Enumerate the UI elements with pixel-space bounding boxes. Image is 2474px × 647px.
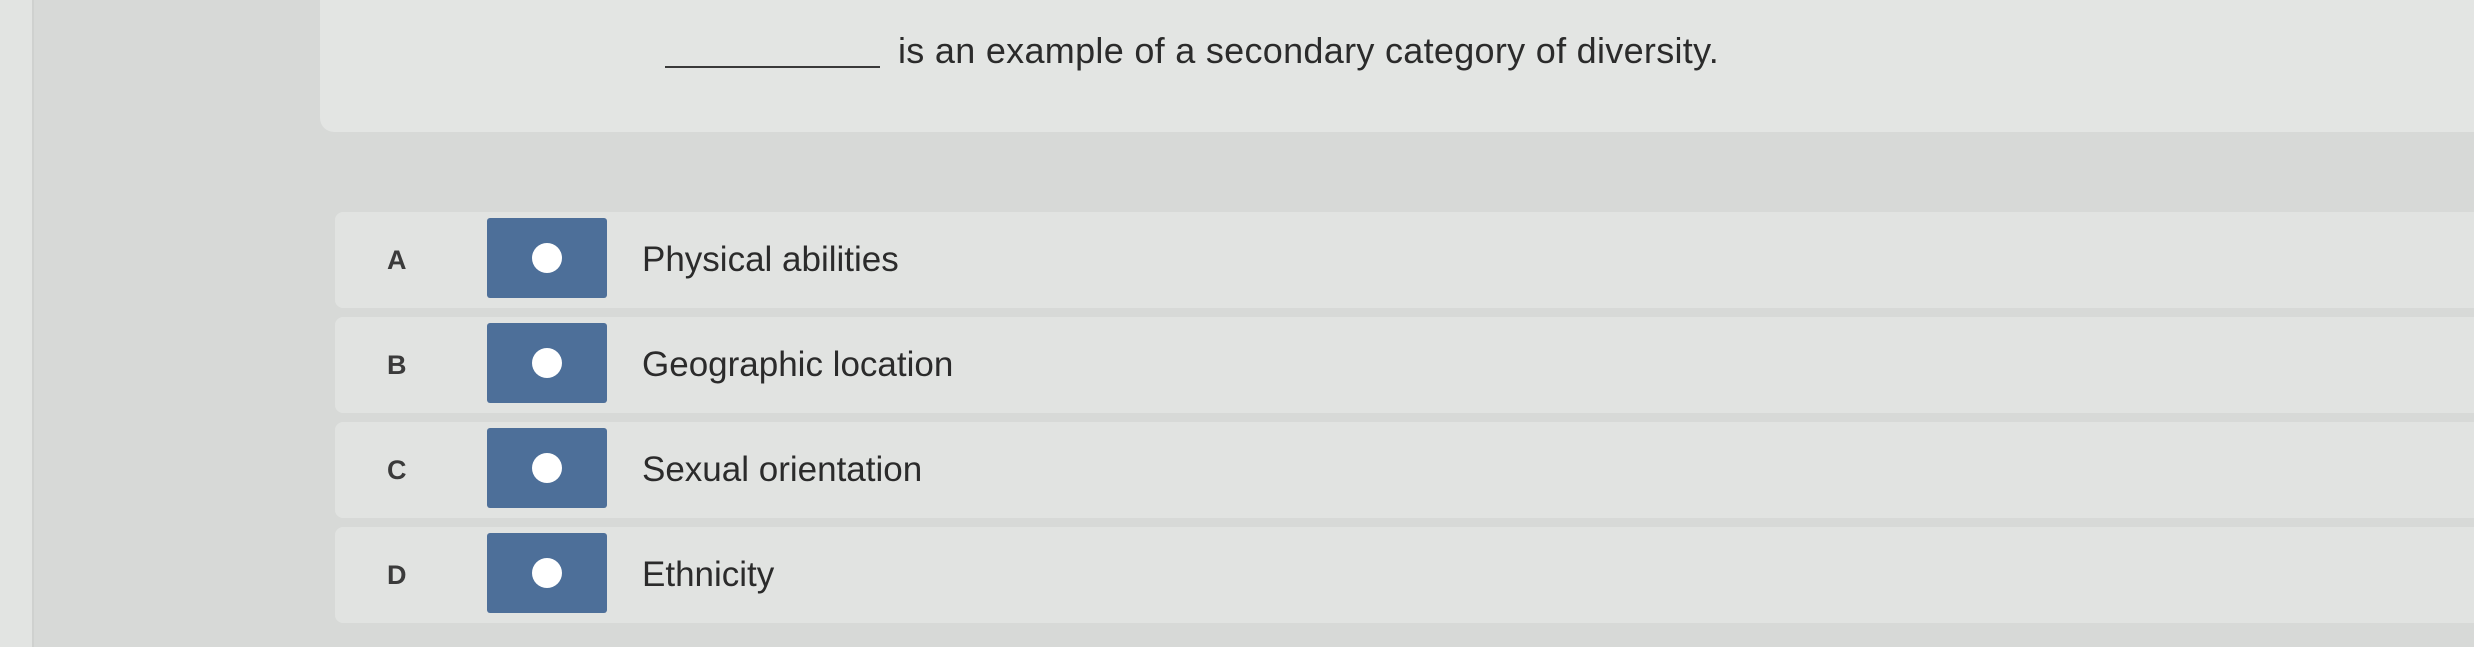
answer-blank-line (665, 66, 880, 68)
option-letter: B (387, 350, 407, 380)
option-c-radio-button[interactable] (487, 428, 607, 508)
option-label: Geographic location (642, 345, 954, 384)
option-label: Sexual orientation (642, 450, 923, 489)
option-letter: A (387, 245, 407, 275)
radio-dot-icon (532, 243, 562, 273)
option-b[interactable]: B Geographic location (335, 317, 2474, 413)
radio-dot-icon (532, 453, 562, 483)
question-text: is an example of a secondary category of… (898, 30, 1720, 71)
option-letter: D (387, 560, 407, 590)
answer-options: A Physical abilities B Geographic locati… (335, 212, 2474, 632)
option-b-radio-button[interactable] (487, 323, 607, 403)
option-label: Ethnicity (642, 555, 775, 594)
question-panel: is an example of a secondary category of… (320, 0, 2474, 132)
option-a-radio-button[interactable] (487, 218, 607, 298)
option-d[interactable]: D Ethnicity (335, 527, 2474, 623)
radio-dot-icon (532, 348, 562, 378)
option-d-radio-button[interactable] (487, 533, 607, 613)
option-c[interactable]: C Sexual orientation (335, 422, 2474, 518)
option-label: Physical abilities (642, 240, 899, 279)
radio-dot-icon (532, 558, 562, 588)
option-a[interactable]: A Physical abilities (335, 212, 2474, 308)
left-sidebar-strip (0, 0, 34, 647)
option-letter: C (387, 455, 407, 485)
